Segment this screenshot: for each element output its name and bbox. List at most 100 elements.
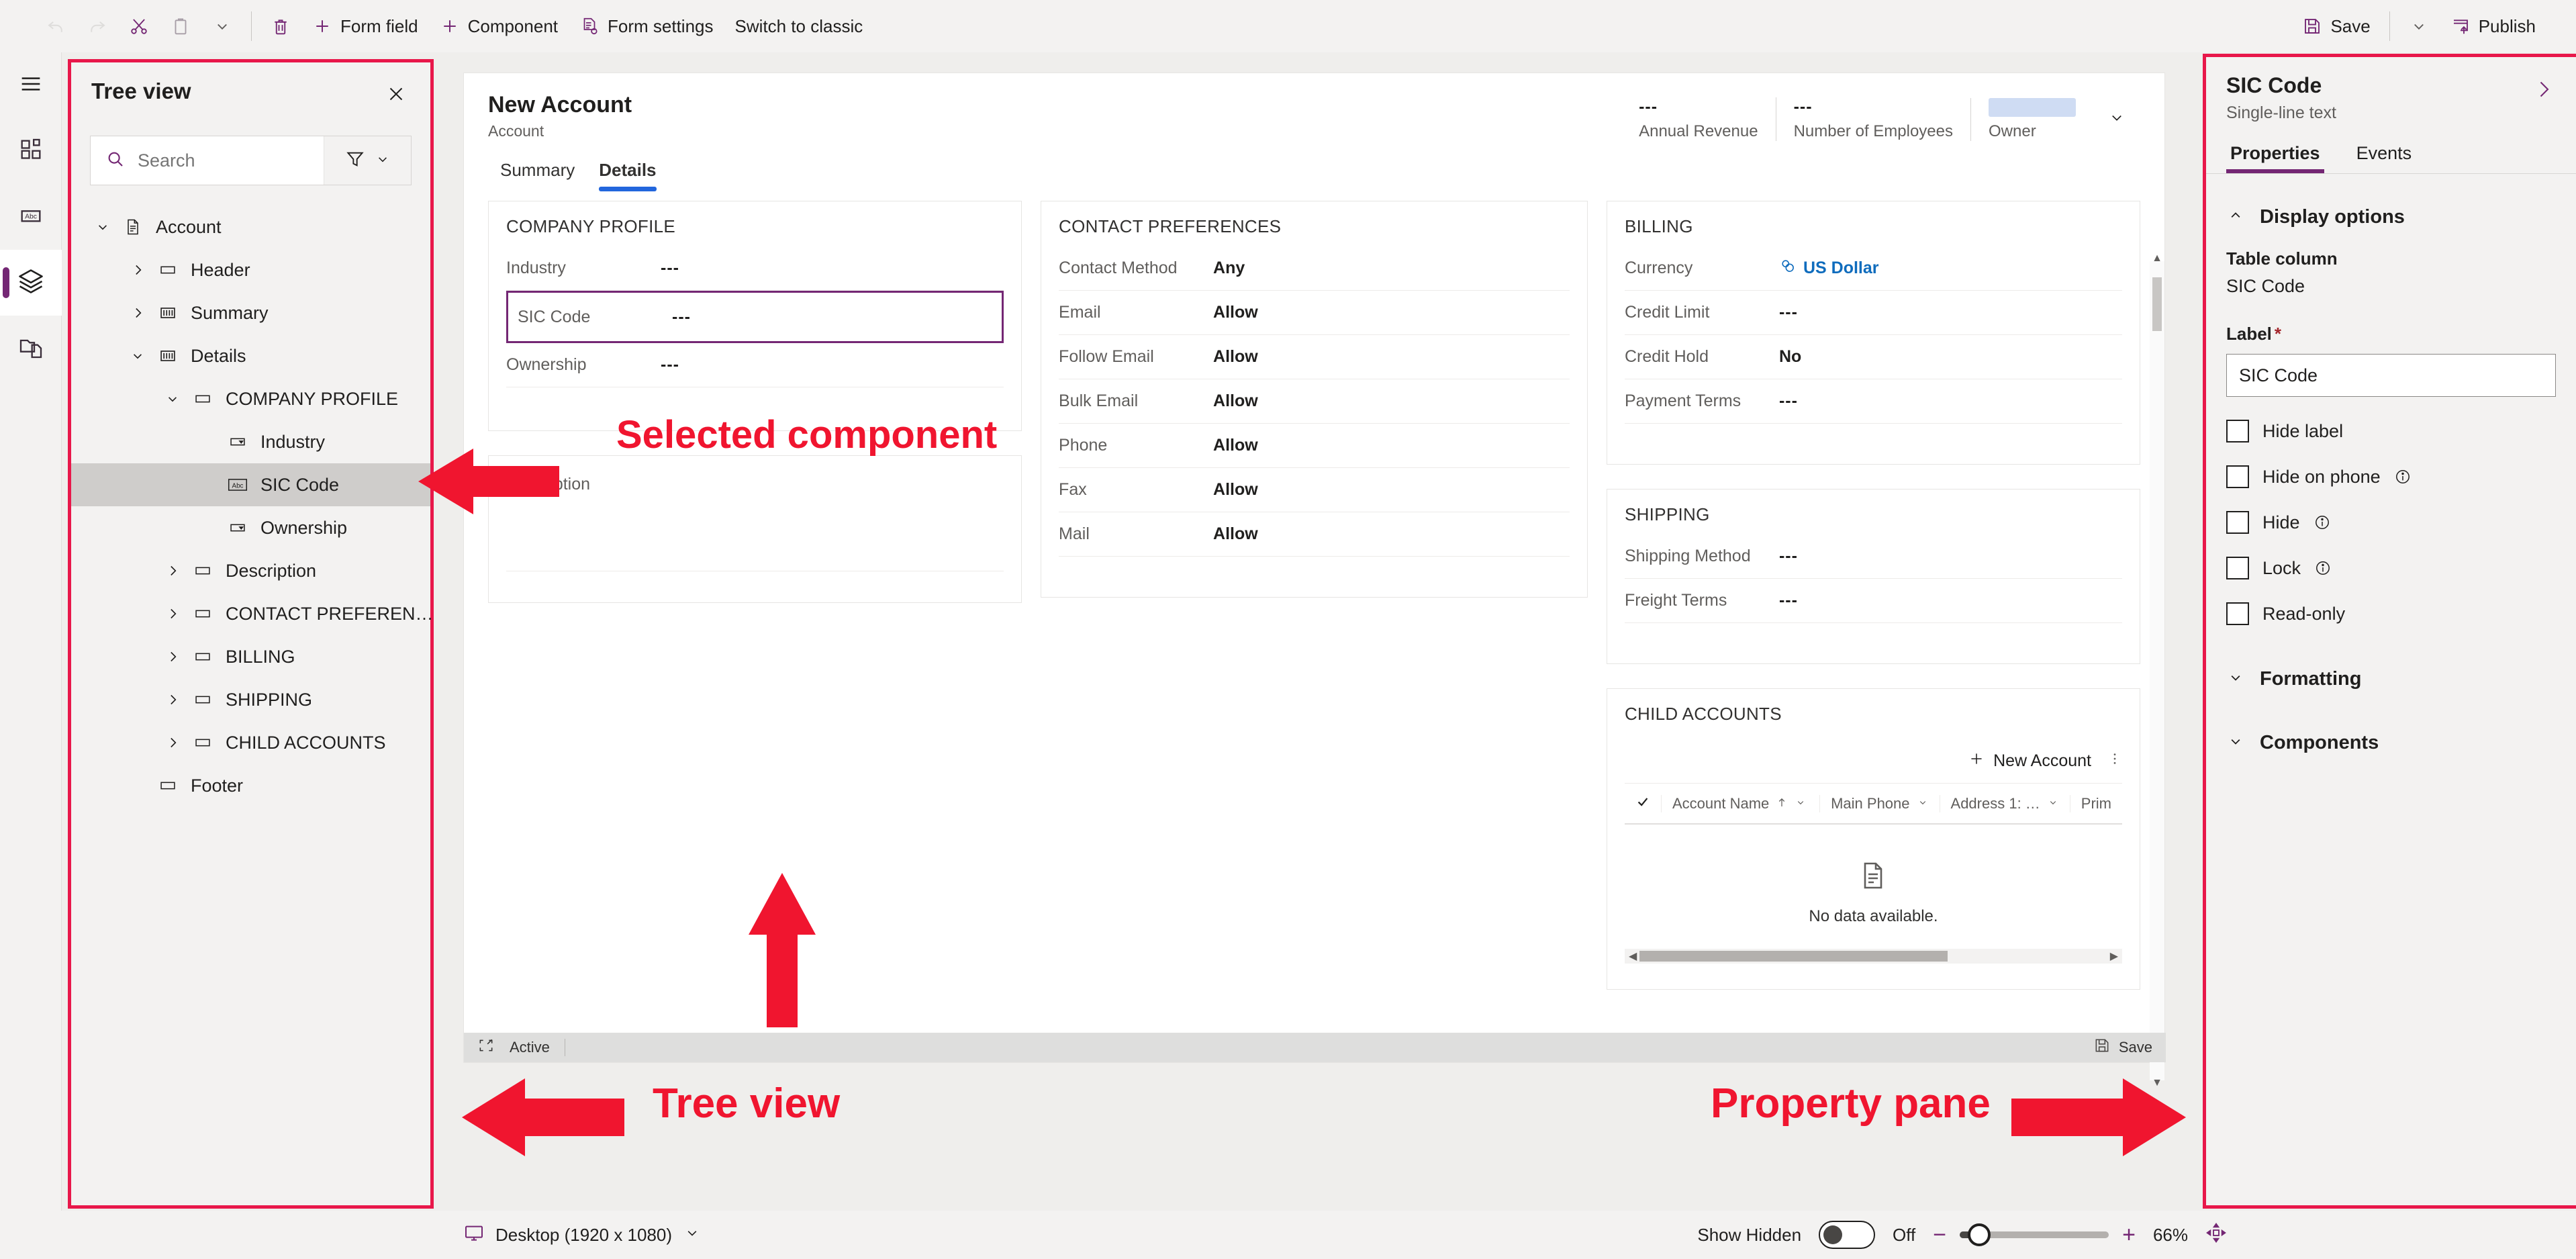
info-icon[interactable] (2313, 514, 2331, 531)
form-settings-button[interactable]: Form settings (569, 7, 724, 46)
info-icon[interactable] (2314, 559, 2332, 577)
accordion-formatting[interactable]: Formatting (2226, 656, 2556, 702)
field-credit-limit[interactable]: Credit Limit --- (1624, 291, 2123, 335)
field-phone[interactable]: Phone Allow (1059, 424, 1570, 468)
chevron-down-icon[interactable] (124, 347, 152, 365)
tree-node-sic-code[interactable]: Abc SIC Code (71, 463, 430, 506)
field-bulk-email[interactable]: Bulk Email Allow (1059, 379, 1570, 424)
show-hidden-toggle[interactable] (1819, 1221, 1876, 1249)
checkbox-hide-label[interactable]: Hide label (2226, 420, 2556, 442)
cut-button[interactable] (118, 7, 160, 46)
canvas-scroll-thumb[interactable] (2152, 277, 2162, 331)
scroll-left-arrow-icon[interactable]: ◀ (1625, 949, 1641, 963)
header-field-number-of-employees[interactable]: --- Number of Employees (1775, 97, 1970, 141)
rail-item-tree-view[interactable] (0, 250, 62, 316)
zoom-in-button[interactable]: + (2122, 1223, 2136, 1246)
new-account-button[interactable]: New Account (1968, 750, 2091, 772)
tree-node-footer[interactable]: Footer (71, 764, 430, 807)
field-ownership[interactable]: Ownership --- (506, 343, 1004, 387)
grid-column-account-name[interactable]: Account Name (1660, 794, 1819, 812)
rail-item-menu[interactable] (0, 52, 62, 118)
accordion-components[interactable]: Components (2226, 720, 2556, 766)
header-field-annual-revenue[interactable]: --- Annual Revenue (1621, 97, 1775, 141)
grid-column-address-1[interactable]: Address 1: … (1939, 794, 2070, 812)
save-button[interactable]: Save (2291, 7, 2381, 46)
field-industry[interactable]: Industry --- (506, 246, 1004, 291)
rail-item-table-columns[interactable]: Abc (0, 184, 62, 250)
accordion-display-options[interactable]: Display options (2226, 194, 2556, 240)
chevron-right-icon[interactable] (158, 648, 187, 665)
label-input[interactable] (2226, 354, 2556, 397)
field-payment-terms[interactable]: Payment Terms --- (1624, 379, 2123, 424)
tree-node-account[interactable]: Account (71, 205, 430, 248)
tree-node-ownership[interactable]: Ownership (71, 506, 430, 549)
tree-node-shipping[interactable]: SHIPPING (71, 678, 430, 721)
tree-node-summary[interactable]: Summary (71, 291, 430, 334)
zoom-slider-knob[interactable] (1968, 1223, 1991, 1246)
header-field-owner[interactable]: Owner (1970, 97, 2093, 141)
device-selector[interactable]: Desktop (1920 x 1080) (0, 1222, 702, 1248)
grid-horizontal-scrollbar[interactable]: ◀ ▶ (1624, 949, 2123, 964)
checkbox-box[interactable] (2226, 602, 2249, 625)
checkbox-box[interactable] (2226, 557, 2249, 579)
tree-node-billing[interactable]: BILLING (71, 635, 430, 678)
form-field-button[interactable]: Form field (301, 7, 429, 46)
delete-button[interactable] (260, 7, 301, 46)
field-currency[interactable]: Currency US Dollar (1624, 246, 2123, 291)
rail-item-related-forms[interactable] (0, 316, 62, 381)
grid-overflow-button[interactable] (2107, 750, 2122, 772)
chevron-down-icon[interactable] (89, 218, 117, 236)
checkbox-lock[interactable]: Lock (2226, 557, 2556, 579)
grid-scroll-thumb[interactable] (1639, 951, 1948, 962)
search-box[interactable] (91, 136, 324, 185)
grid-select-all-checkbox[interactable] (1625, 794, 1661, 813)
undo-button[interactable] (35, 7, 77, 46)
scroll-right-arrow-icon[interactable]: ▶ (2106, 949, 2122, 963)
tab-properties[interactable]: Properties (2226, 140, 2324, 173)
chevron-right-icon[interactable] (158, 691, 187, 708)
field-value-lookup[interactable]: US Dollar (1779, 257, 1879, 279)
checkbox-hide-on-phone[interactable]: Hide on phone (2226, 465, 2556, 488)
chevron-right-icon[interactable] (158, 562, 187, 579)
publish-button[interactable]: Publish (2440, 7, 2546, 46)
tree-node-details[interactable]: Details (71, 334, 430, 377)
more-commands-button[interactable] (201, 7, 243, 46)
field-sic-code[interactable]: SIC Code --- (506, 291, 1004, 343)
component-button[interactable]: Component (429, 7, 569, 46)
scroll-up-arrow-icon[interactable]: ▲ (2150, 250, 2164, 267)
field-email[interactable]: Email Allow (1059, 291, 1570, 335)
search-input[interactable] (136, 149, 324, 172)
field-follow-email[interactable]: Follow Email Allow (1059, 335, 1570, 379)
close-button[interactable] (382, 80, 410, 111)
expand-pane-button[interactable] (2532, 73, 2556, 105)
chevron-right-icon[interactable] (124, 261, 152, 279)
tree-node-contact-preferen[interactable]: CONTACT PREFEREN… (71, 592, 434, 635)
form-status-save-button[interactable]: Save (2093, 1037, 2152, 1058)
checkbox-box[interactable] (2226, 511, 2249, 534)
switch-to-classic-button[interactable]: Switch to classic (724, 7, 874, 46)
rail-item-components[interactable] (0, 118, 62, 184)
tree-node-child-accounts[interactable]: CHILD ACCOUNTS (71, 721, 430, 764)
field-contact-method[interactable]: Contact Method Any (1059, 246, 1570, 291)
tree-node-company-profile[interactable]: COMPANY PROFILE (71, 377, 430, 420)
tree-node-description[interactable]: Description (71, 549, 430, 592)
chevron-right-icon[interactable] (158, 734, 187, 751)
tree-node-industry[interactable]: Industry (71, 420, 430, 463)
canvas-vertical-scrollbar[interactable]: ▲ ▼ (2150, 252, 2164, 1088)
checkbox-box[interactable] (2226, 420, 2249, 442)
save-options-button[interactable] (2398, 7, 2440, 46)
header-expand-button[interactable] (2093, 107, 2140, 131)
tab-details[interactable]: Details (587, 156, 668, 191)
field-description[interactable]: Description (506, 471, 1004, 571)
tree-node-header[interactable]: Header (71, 248, 430, 291)
checkbox-hide[interactable]: Hide (2226, 511, 2556, 534)
grid-column-prim[interactable]: Prim (2069, 794, 2122, 812)
fit-to-screen-button[interactable] (2205, 1222, 2227, 1248)
chevron-right-icon[interactable] (158, 605, 187, 622)
filter-button[interactable] (324, 136, 411, 185)
checkbox-box[interactable] (2226, 465, 2249, 488)
field-fax[interactable]: Fax Allow (1059, 468, 1570, 512)
copy-button[interactable] (160, 7, 201, 46)
grid-column-main-phone[interactable]: Main Phone (1819, 794, 1939, 812)
chevron-right-icon[interactable] (124, 304, 152, 322)
